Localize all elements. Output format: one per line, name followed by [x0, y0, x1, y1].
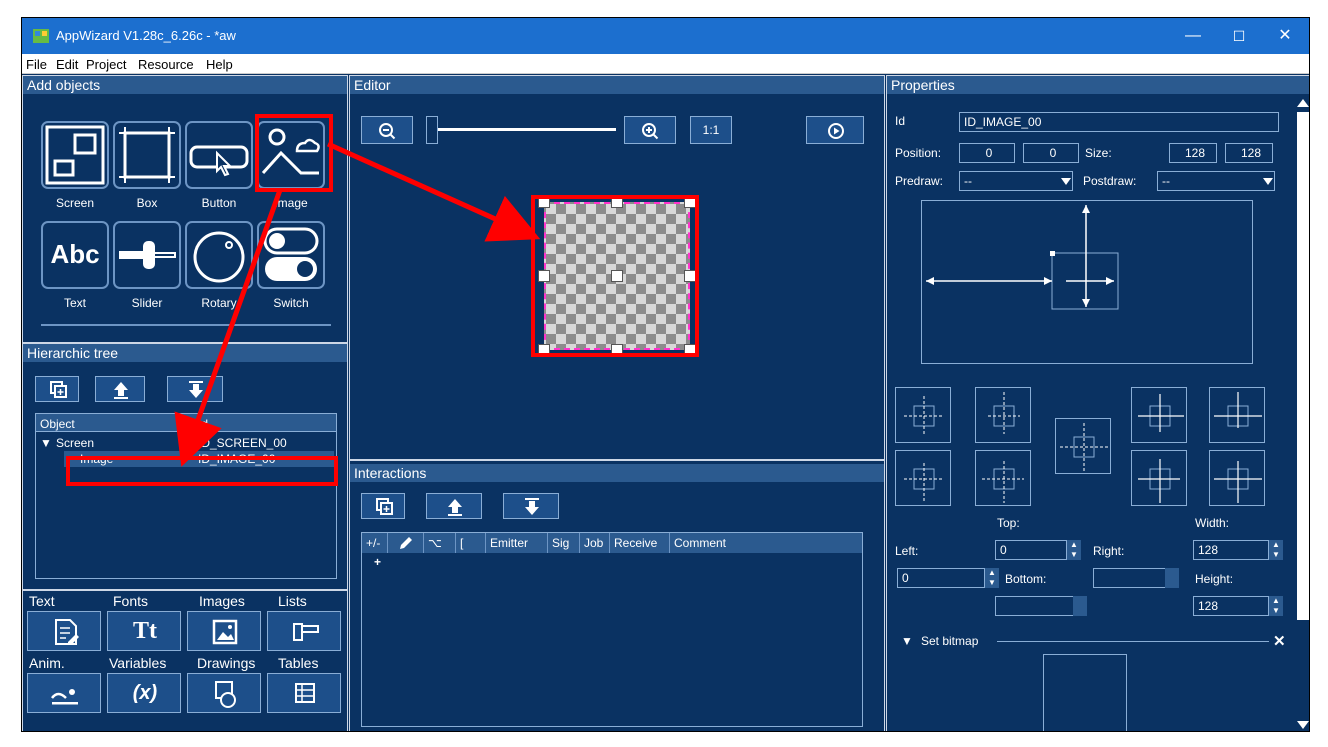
app-window: AppWizard V1.28c_6.26c - *aw — ☐ ✕ File …: [21, 17, 1310, 732]
annotation-arrows: [174, 141, 541, 467]
